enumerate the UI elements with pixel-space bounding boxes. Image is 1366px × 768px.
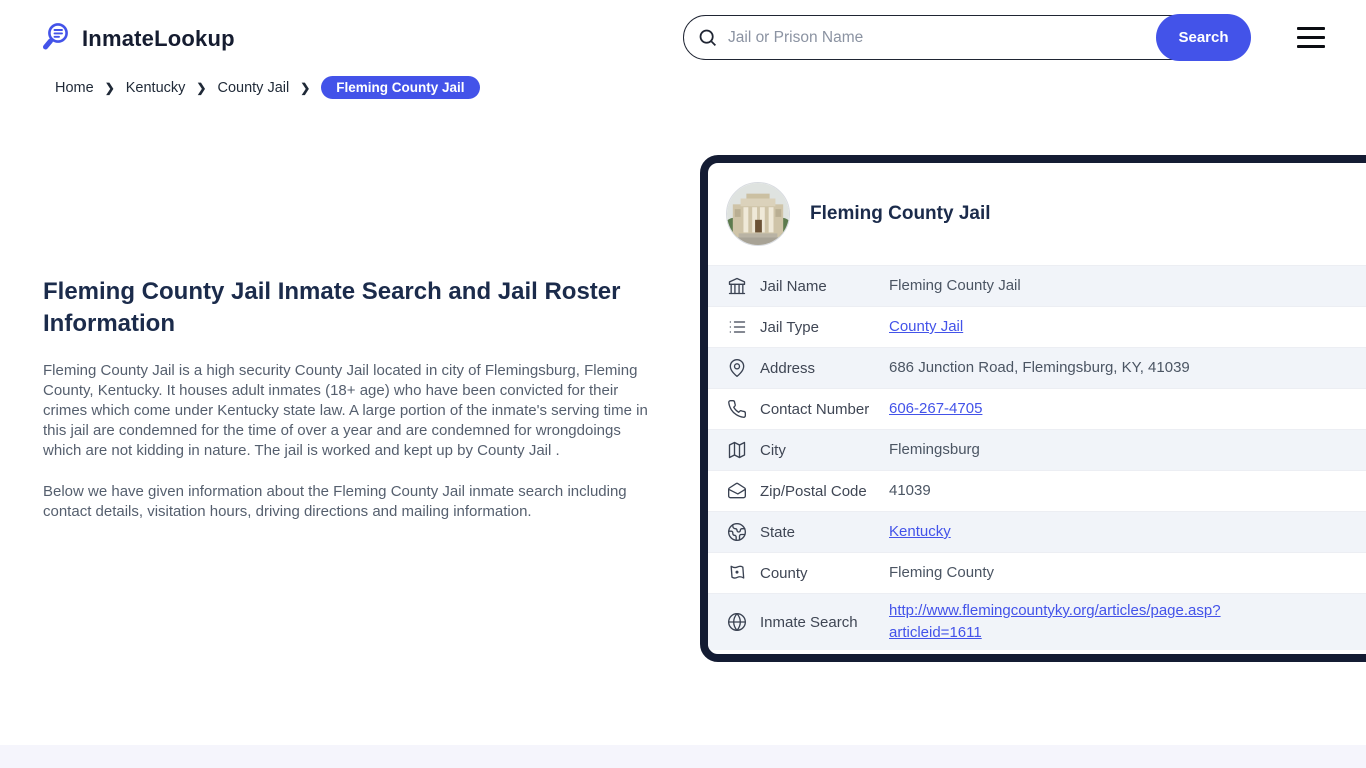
row-value: County Jail [889, 316, 963, 338]
brand-name: InmateLookup [82, 26, 235, 51]
row-value: Fleming County Jail [889, 277, 1021, 294]
globe-web-icon [727, 612, 747, 632]
footer-strip [0, 745, 1366, 768]
chevron-right-icon: ❯ [300, 80, 311, 95]
row-label: City [760, 441, 786, 459]
contact-number-link[interactable]: 606-267-4705 [889, 400, 982, 417]
landmark-icon [727, 276, 747, 296]
list-icon [727, 317, 747, 337]
chevron-right-icon: ❯ [196, 80, 207, 95]
jail-info-card: Fleming County Jail Jail Name Fleming Cou… [700, 155, 1366, 662]
breadcrumb-link-home[interactable]: Home [55, 80, 94, 96]
search-button[interactable]: Search [1156, 14, 1251, 61]
row-label: Inmate Search [760, 613, 858, 631]
row-value: 686 Junction Road, Flemingsburg, KY, 410… [889, 359, 1190, 376]
jail-info-row: County Fleming County [708, 552, 1366, 593]
jail-info-row: Jail Name Fleming County Jail [708, 265, 1366, 306]
jail-info-row: Jail Type County Jail [708, 306, 1366, 347]
row-label: Contact Number [760, 400, 870, 418]
row-label: Jail Type [760, 318, 819, 336]
article: Fleming County Jail Inmate Search and Ja… [43, 276, 648, 522]
row-value: Fleming County [889, 564, 995, 581]
breadcrumb-link-county-jail[interactable]: County Jail [217, 80, 289, 96]
phone-icon [727, 399, 747, 419]
breadcrumb: Home ❯ Kentucky ❯ County Jail ❯ Fleming County… [55, 76, 480, 99]
row-label: State [760, 523, 796, 541]
jail-info-row: Inmate Search http://www.flemingcountyky.… [708, 593, 1366, 650]
brand-logo[interactable]: InmateLookup [40, 20, 235, 58]
jail-info-row: City Flemingsburg [708, 429, 1366, 470]
row-label: County [760, 564, 808, 582]
breadcrumb-link-kentucky[interactable]: Kentucky [126, 80, 186, 96]
jail-type-link[interactable]: County Jail [889, 318, 963, 335]
row-value: Kentucky [889, 521, 951, 543]
jail-card-title: Fleming County Jail [810, 203, 991, 224]
magnifier-list-icon [40, 20, 73, 58]
row-value: 606-267-4705 [889, 398, 982, 420]
breadcrumb-current-badge: Fleming County Jail [321, 76, 480, 99]
row-label: Jail Name [760, 277, 827, 295]
search-bar: Search [683, 14, 1251, 61]
mail-icon [727, 481, 747, 501]
jail-info-row: Address 686 Junction Road, Flemingsburg, … [708, 347, 1366, 388]
menu-icon[interactable] [1297, 27, 1325, 48]
jail-info-row: Contact Number 606-267-4705 [708, 388, 1366, 429]
row-label: Address [760, 359, 816, 377]
row-value: 41039 [889, 482, 931, 499]
map-pin-icon [727, 358, 747, 378]
jail-info-row: State Kentucky [708, 511, 1366, 552]
globe-icon [727, 522, 747, 542]
chevron-right-icon: ❯ [104, 80, 115, 95]
page: InmateLookup Search Home ❯ Kentucky ❯ County… [0, 0, 1366, 768]
state-link[interactable]: Kentucky [889, 523, 951, 540]
jail-info-rows: Jail Name Fleming County Jail Jail Type Cou… [708, 265, 1366, 650]
row-value: http://www.flemingcountyky.org/articles/… [889, 600, 1289, 644]
page-title: Fleming County Jail Inmate Search and Ja… [43, 278, 621, 337]
row-value: Flemingsburg [889, 441, 980, 458]
map-icon [727, 440, 747, 460]
intro-paragraph: Fleming County Jail is a high security C… [43, 362, 648, 459]
jail-card-header: Fleming County Jail [708, 163, 1366, 265]
details-paragraph: Below we have given information about th… [43, 483, 627, 520]
row-label: Zip/Postal Code [760, 482, 867, 500]
jail-info-row: Zip/Postal Code 41039 [708, 470, 1366, 511]
county-map-icon [727, 563, 747, 583]
inmate-search-link[interactable]: http://www.flemingcountyky.org/articles/… [889, 602, 1221, 641]
jail-photo [726, 182, 790, 246]
